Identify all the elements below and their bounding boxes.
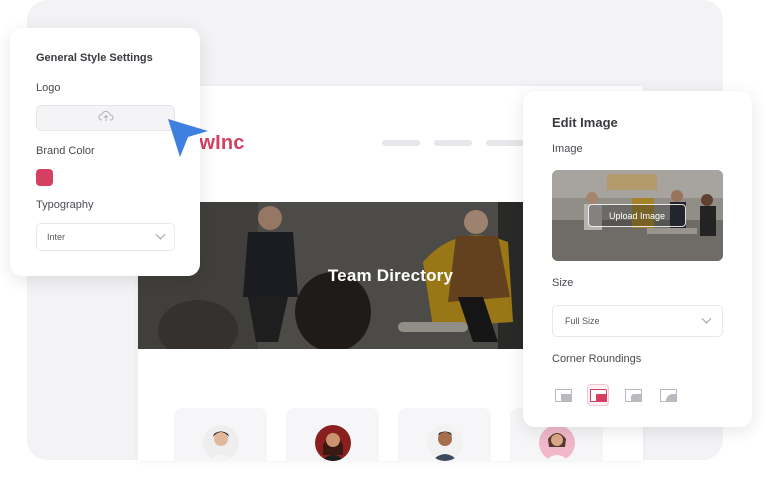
site-nav <box>382 140 524 146</box>
corner-small-icon <box>589 388 607 402</box>
edit-image-panel: Edit Image Image Upload Image Size Full … <box>523 91 752 427</box>
chevron-down-icon <box>701 313 712 324</box>
corner-large-icon <box>659 388 677 402</box>
team-member-card[interactable] <box>398 408 491 461</box>
corner-roundings-options <box>552 384 679 406</box>
nav-placeholder[interactable] <box>434 140 472 146</box>
image-label: Image <box>552 143 583 155</box>
avatar <box>315 425 351 461</box>
team-member-card[interactable] <box>174 408 267 461</box>
mouse-cursor-icon <box>166 117 210 164</box>
team-member-card[interactable] <box>286 408 379 461</box>
logo-upload-field[interactable] <box>36 105 175 131</box>
typography-value: Inter <box>47 232 66 242</box>
nav-placeholder[interactable] <box>382 140 420 146</box>
size-select[interactable]: Full Size <box>552 305 723 337</box>
corner-medium-icon <box>624 388 642 402</box>
panel-title: Edit Image <box>552 115 618 130</box>
avatar <box>427 425 463 461</box>
nav-placeholder[interactable] <box>486 140 524 146</box>
corner-option-none[interactable] <box>552 384 574 406</box>
typography-select[interactable]: Inter <box>36 223 175 251</box>
brand-color-swatch[interactable] <box>36 169 53 186</box>
panel-title: General Style Settings <box>36 52 153 64</box>
avatar <box>539 425 575 461</box>
image-preview[interactable]: Upload Image <box>552 170 723 261</box>
brand-color-label: Brand Color <box>36 145 95 157</box>
corner-option-small[interactable] <box>587 384 609 406</box>
typography-label: Typography <box>36 199 94 211</box>
corner-option-medium[interactable] <box>622 384 644 406</box>
corner-roundings-label: Corner Roundings <box>552 353 642 365</box>
cloud-upload-icon <box>97 109 114 127</box>
corner-none-icon <box>554 388 572 402</box>
chevron-down-icon <box>155 229 166 240</box>
size-value: Full Size <box>565 316 600 326</box>
upload-image-button[interactable]: Upload Image <box>588 204 686 227</box>
corner-option-large[interactable] <box>657 384 679 406</box>
avatar <box>203 425 239 461</box>
logo-label: Logo <box>36 82 61 94</box>
size-label: Size <box>552 277 574 289</box>
